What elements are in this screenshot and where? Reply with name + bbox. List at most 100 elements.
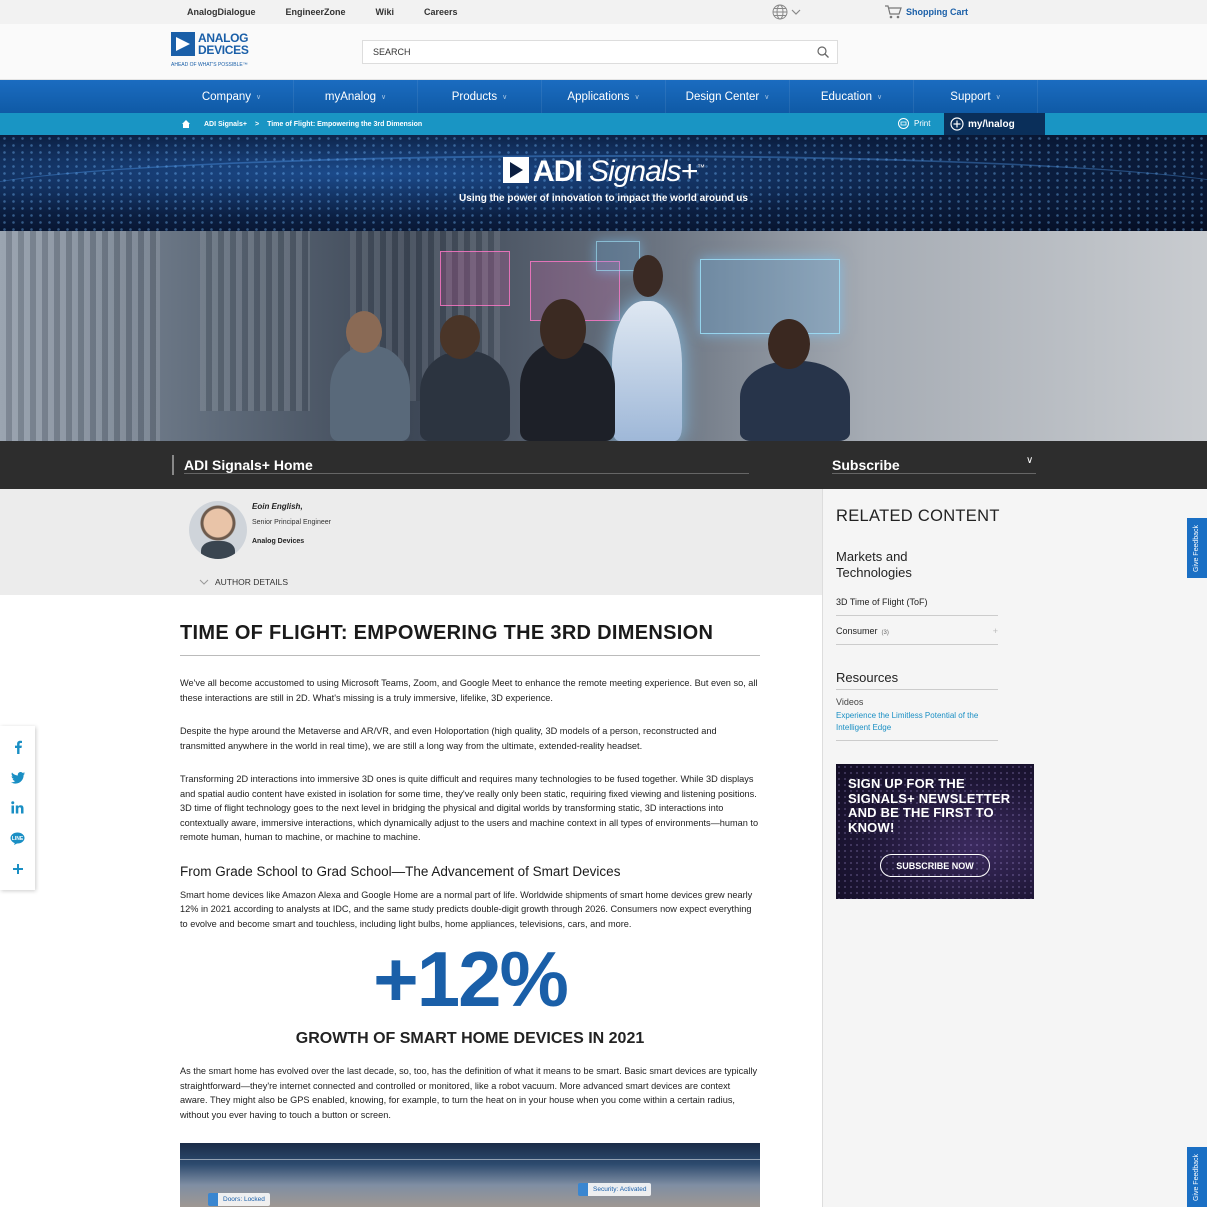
banner-title: ADI Signals+™ <box>0 155 1207 189</box>
nav-item-applications[interactable]: Applications ∨ <box>542 80 666 113</box>
related-title: RELATED CONTENT <box>836 507 1000 525</box>
nav-label: Products <box>451 90 498 103</box>
chevron-down-icon: ∨ <box>877 93 883 101</box>
plus-circle-icon <box>950 117 964 131</box>
author-role: Senior Principal Engineer <box>252 519 331 526</box>
nav-item-company[interactable]: Company ∨ <box>170 80 294 113</box>
facebook-icon[interactable] <box>8 737 28 757</box>
logo-mark <box>171 32 195 56</box>
cart-icon <box>885 5 902 19</box>
subscribe-now-button[interactable]: SUBSCRIBE NOW <box>880 854 990 877</box>
author-avatar <box>189 501 247 559</box>
nav-item-education[interactable]: Education ∨ <box>790 80 914 113</box>
hero-person <box>330 346 410 441</box>
search-input[interactable] <box>363 41 803 63</box>
language-selector[interactable] <box>772 4 804 20</box>
author-details-label: AUTHOR DETAILS <box>215 577 289 587</box>
twitter-icon[interactable] <box>8 768 28 788</box>
give-feedback-tab[interactable]: Give Feedback <box>1187 1147 1207 1207</box>
nav-label: Company <box>201 90 252 103</box>
chevron-down-icon <box>791 9 801 15</box>
chevron-down-icon: ∨ <box>995 93 1001 101</box>
breadcrumb-item-current: Time of Flight: Empowering the 3rd Dimen… <box>267 120 423 128</box>
related-link-tof[interactable]: 3D Time of Flight (ToF) <box>836 597 998 616</box>
author-org: Analog Devices <box>252 538 305 545</box>
signals-subnav: ADI Signals+ Home Subscribe ∨ <box>0 441 1207 489</box>
divider <box>832 473 1036 474</box>
markets-title: Markets and Technologies <box>836 549 912 580</box>
add-to-myanalog-button[interactable]: my/\nalog <box>944 113 1045 135</box>
search-icon[interactable] <box>817 46 829 58</box>
author-details-toggle[interactable]: AUTHOR DETAILS <box>199 577 288 587</box>
image-label-doors: Doors: Locked <box>208 1193 270 1206</box>
nav-label: Support <box>950 90 991 103</box>
author-panel: Eoin English, Senior Principal Engineer … <box>0 489 822 595</box>
hero-head <box>768 319 810 369</box>
signals-banner: ADI Signals+™ Using the power of innovat… <box>0 135 1207 231</box>
print-label: Print <box>914 119 931 128</box>
banner-title-tm: ™ <box>696 163 705 172</box>
shopping-cart-link[interactable]: Shopping Cart <box>884 5 968 19</box>
analog-devices-logo[interactable]: ANALOG DEVICES AHEAD OF WHAT'S POSSIBLE™ <box>171 32 261 72</box>
nav-item-design-center[interactable]: Design Center ∨ <box>666 80 790 113</box>
chevron-down-icon[interactable]: ∨ <box>1026 455 1033 466</box>
logo-name: ANALOG DEVICES <box>198 32 249 56</box>
chevron-down-icon: ∨ <box>634 93 640 101</box>
nav-item-products[interactable]: Products ∨ <box>418 80 542 113</box>
feedback-label: Give Feedback <box>1193 524 1201 572</box>
print-button[interactable]: Print <box>898 118 930 129</box>
hero-person <box>740 361 850 441</box>
stat-caption: GROWTH OF SMART HOME DEVICES IN 2021 <box>295 1030 645 1047</box>
breadcrumb-item-signals[interactable]: ADI Signals+ <box>204 121 247 128</box>
stat-value: +12% <box>373 935 569 1023</box>
subscribe-dropdown[interactable]: Subscribe <box>832 455 900 475</box>
utility-link-analogdialogue[interactable]: AnalogDialogue <box>187 7 256 17</box>
hologram-panel <box>440 251 510 306</box>
breadcrumb-bar: ADI Signals+ > Time of Flight: Empowerin… <box>0 113 1207 135</box>
banner-title-signals: Signals+ <box>589 155 698 188</box>
svg-text:LINE: LINE <box>12 836 24 842</box>
main-navigation: Company ∨ myAnalog ∨ Products ∨ Application… <box>0 80 1207 113</box>
banner-title-adi: ADI <box>533 155 583 188</box>
utility-link-wiki[interactable]: Wiki <box>376 7 394 17</box>
image-line <box>180 1159 760 1160</box>
share-bar: LINE <box>0 726 35 890</box>
nav-item-support[interactable]: Support ∨ <box>914 80 1038 113</box>
videos-label: Videos <box>836 697 864 707</box>
image-label-security: Security: Activated <box>578 1183 652 1196</box>
home-icon[interactable] <box>182 120 190 128</box>
signals-home-link[interactable]: ADI Signals+ Home <box>172 455 313 475</box>
site-header: ANALOG DEVICES AHEAD OF WHAT'S POSSIBLE™ <box>0 24 1207 80</box>
plus-icon[interactable] <box>8 859 28 879</box>
breadcrumb: ADI Signals+ > Time of Flight: Empowerin… <box>182 120 422 128</box>
hero-person <box>420 351 510 441</box>
logo-tagline: AHEAD OF WHAT'S POSSIBLE™ <box>171 62 248 68</box>
video-link[interactable]: Experience the Limitless Potential of th… <box>836 710 998 741</box>
nav-item-myanalog[interactable]: myAnalog ∨ <box>294 80 418 113</box>
hologram-screen <box>700 259 840 334</box>
consumer-count: (3) <box>881 630 889 636</box>
search-box <box>362 40 838 64</box>
linkedin-icon[interactable] <box>8 798 28 818</box>
hero-presenter <box>612 301 682 441</box>
related-link-consumer[interactable]: Consumer (3) + <box>836 626 998 645</box>
utility-link-careers[interactable]: Careers <box>424 7 458 17</box>
article-paragraph: As the smart home has evolved over the l… <box>180 1066 758 1120</box>
nav-label: Design Center <box>685 90 760 103</box>
line-icon[interactable]: LINE <box>8 828 28 848</box>
give-feedback-tab[interactable]: Give Feedback <box>1187 518 1207 578</box>
utility-bar: AnalogDialogue EngineerZone Wiki Careers… <box>0 0 1207 24</box>
chevron-down-icon: ∨ <box>502 93 508 101</box>
globe-icon <box>772 4 788 20</box>
promo-text: SIGN UP FOR THE SIGNALS+ NEWSLETTER AND … <box>848 776 1011 835</box>
article-title: TIME OF FLIGHT: EMPOWERING THE 3RD DIMEN… <box>180 622 760 656</box>
hero-building <box>200 231 310 411</box>
consumer-label: Consumer <box>836 626 878 636</box>
chevron-down-icon: ∨ <box>764 93 770 101</box>
newsletter-promo: SIGN UP FOR THE SIGNALS+ NEWSLETTER AND … <box>836 764 1034 899</box>
hero-head <box>346 311 382 353</box>
banner-subtitle: Using the power of innovation to impact … <box>459 193 748 204</box>
plus-icon[interactable]: + <box>993 626 998 636</box>
utility-link-engineerzone[interactable]: EngineerZone <box>286 7 346 17</box>
article-subheading: From Grade School to Grad School—The Adv… <box>180 863 621 879</box>
